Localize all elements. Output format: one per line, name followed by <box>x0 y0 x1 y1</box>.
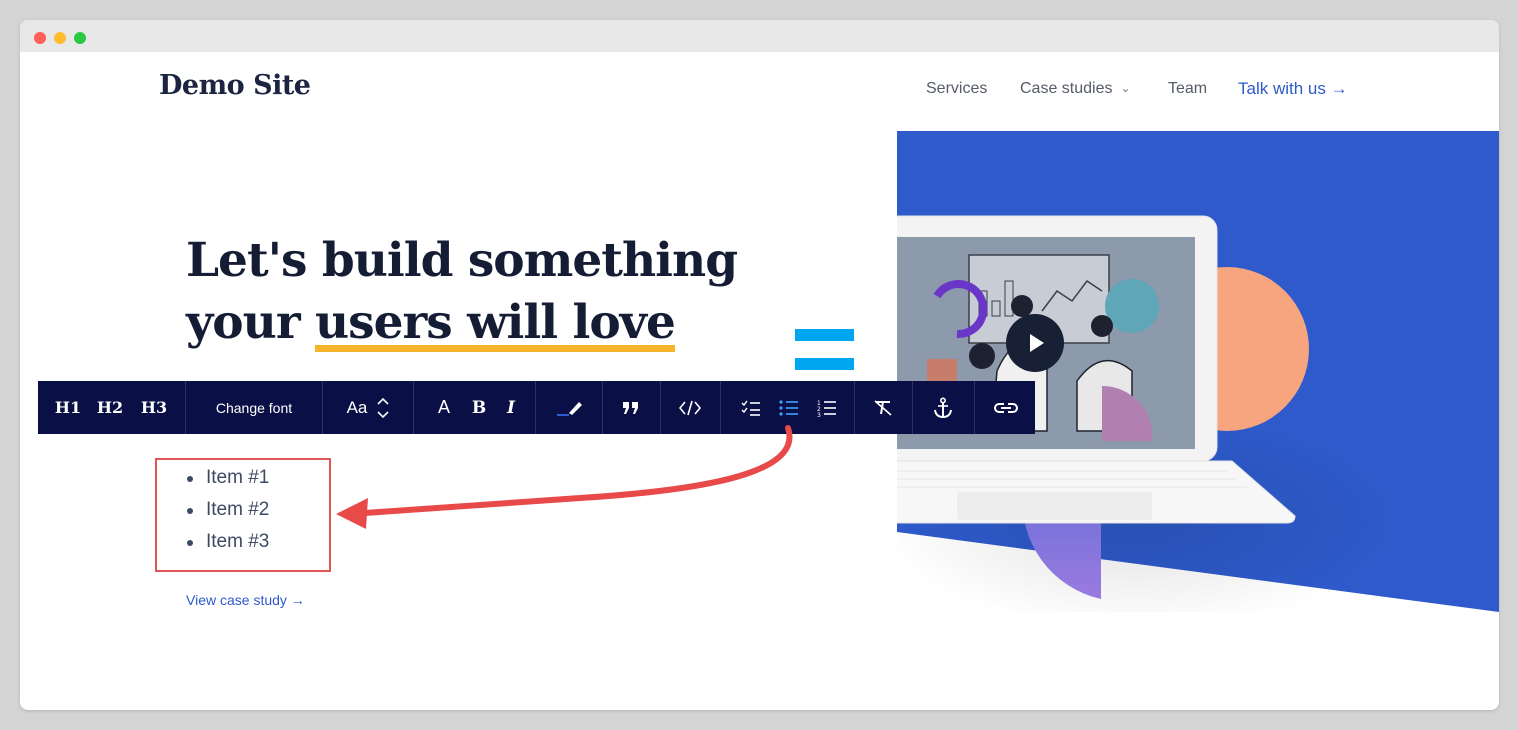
clear-format-icon <box>873 399 893 417</box>
laptop-touchpad <box>957 492 1152 520</box>
text-color-button[interactable]: A <box>431 381 457 434</box>
highlighter-icon <box>555 399 583 417</box>
hero-headline: Let's build something your users will lo… <box>186 230 746 354</box>
minimize-window-button[interactable] <box>54 32 66 44</box>
checklist-icon <box>741 399 761 417</box>
quote-button[interactable] <box>612 381 650 434</box>
decorative-stripes-2 <box>795 358 854 370</box>
arrow-right-icon: → <box>290 592 305 608</box>
bold-label: B <box>471 397 487 418</box>
link-icon <box>993 401 1019 415</box>
bulleted-list-button[interactable] <box>776 381 802 434</box>
browser-window: Demo Site Services Case studies ⌄ Team Ta… <box>20 20 1499 710</box>
nav-cta-label: Talk with us <box>1238 79 1326 98</box>
toolbar-divider <box>535 381 536 434</box>
list-item[interactable]: Item #3 <box>186 528 269 560</box>
bulleted-list-icon <box>779 399 799 417</box>
checklist-button[interactable] <box>738 381 764 434</box>
numbered-list-icon: 123 <box>817 399 837 417</box>
code-button[interactable] <box>670 381 710 434</box>
toolbar-divider <box>974 381 975 434</box>
svg-text:3: 3 <box>817 412 821 417</box>
change-font-label: Change font <box>215 399 293 416</box>
toolbar-divider <box>602 381 603 434</box>
window-titlebar <box>20 20 1499 52</box>
nav-services[interactable]: Services <box>926 80 987 98</box>
bulleted-list: Item #1 Item #2 Item #3 <box>186 464 269 560</box>
toolbar-divider <box>413 381 414 434</box>
decorative-stripes <box>795 329 854 341</box>
nav-team[interactable]: Team <box>1168 80 1207 98</box>
view-case-study-link[interactable]: View case study → <box>186 592 305 608</box>
text-color-label: A <box>437 397 450 417</box>
headline-line-1: Let's build something <box>186 233 738 288</box>
headline-line-2: your users will love <box>186 292 746 354</box>
bold-button[interactable]: B <box>466 381 492 434</box>
link-button[interactable] <box>988 381 1024 434</box>
person-head-2 <box>1091 315 1113 337</box>
highlight-button[interactable] <box>548 381 590 434</box>
arrow-right-icon: → <box>1330 79 1348 98</box>
toolbar-divider <box>854 381 855 434</box>
rich-text-toolbar: H1 H2 H3 Change font Aa A B I 1 2 3 <box>38 381 1035 434</box>
font-size-control[interactable]: Aa <box>323 381 413 434</box>
nav-case-studies-label: Case studies <box>1020 80 1113 97</box>
close-window-button[interactable] <box>34 32 46 44</box>
h3-label: H3 <box>140 398 168 417</box>
view-case-study-label: View case study <box>186 592 287 608</box>
quote-icon <box>622 401 640 415</box>
change-font-button[interactable]: Change font <box>186 381 322 434</box>
teal-circle <box>1105 279 1159 333</box>
nav-talk-with-us[interactable]: Talk with us → <box>1238 79 1348 99</box>
h2-label: H2 <box>96 398 124 417</box>
numbered-list-button[interactable]: 123 <box>814 381 840 434</box>
headline-plain: your <box>186 295 315 350</box>
clear-format-button[interactable] <box>868 381 898 434</box>
toolbar-divider <box>720 381 721 434</box>
list-item[interactable]: Item #2 <box>186 496 269 528</box>
toolbar-divider <box>660 381 661 434</box>
nav-case-studies[interactable]: Case studies ⌄ <box>1020 80 1131 98</box>
toolbar-divider <box>912 381 913 434</box>
list-item[interactable]: Item #1 <box>186 464 269 496</box>
person-head-3 <box>969 343 995 369</box>
anchor-button[interactable] <box>926 381 960 434</box>
italic-label: I <box>507 397 515 418</box>
heading-2-button[interactable]: H2 <box>92 381 128 434</box>
up-down-chevron-icon <box>377 396 389 420</box>
hero-illustration <box>897 131 1499 612</box>
anchor-icon <box>933 396 953 419</box>
heading-1-button[interactable]: H1 <box>50 381 86 434</box>
font-size-label: Aa <box>346 397 368 417</box>
italic-button[interactable]: I <box>498 381 524 434</box>
h1-label: H1 <box>54 398 82 417</box>
heading-3-button[interactable]: H3 <box>136 381 172 434</box>
chevron-down-icon: ⌄ <box>1120 81 1131 95</box>
code-icon <box>679 400 701 416</box>
maximize-window-button[interactable] <box>74 32 86 44</box>
site-logo[interactable]: Demo Site <box>159 70 311 101</box>
headline-highlight: users will love <box>314 295 676 350</box>
person-head-1 <box>1011 295 1033 317</box>
